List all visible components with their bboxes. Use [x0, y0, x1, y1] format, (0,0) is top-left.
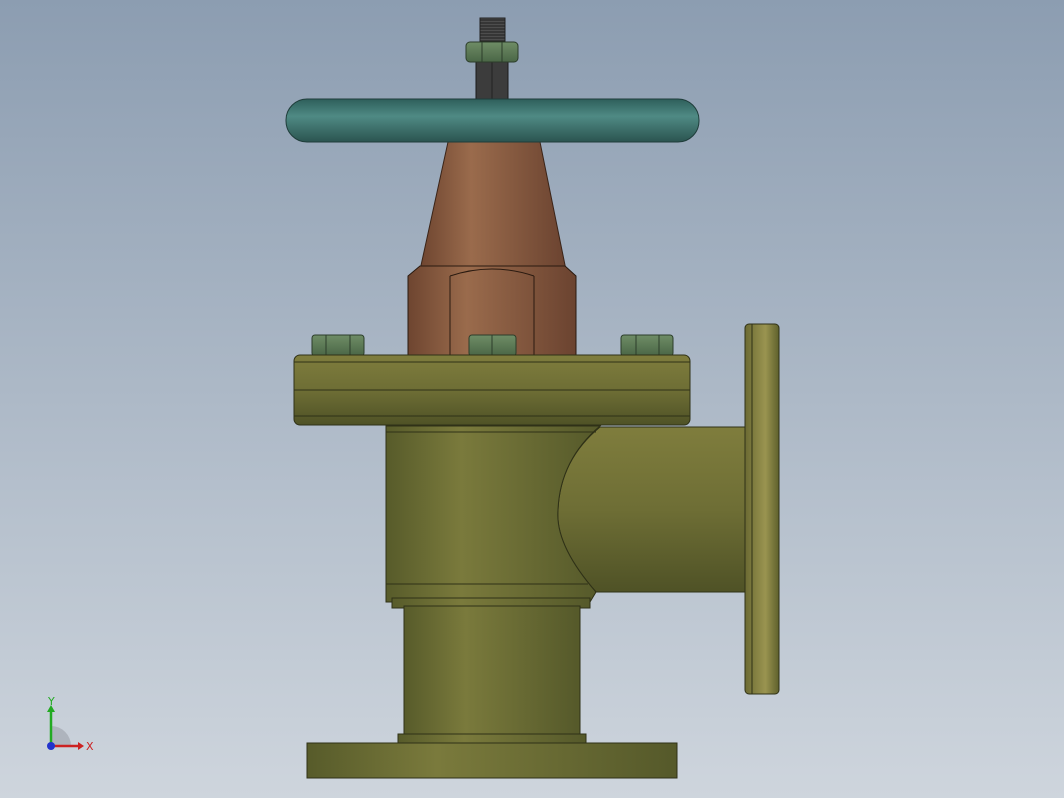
valve-3d-model[interactable]	[0, 0, 1064, 798]
bottom-flange	[306, 742, 678, 779]
orientation-triad: X Y	[47, 696, 94, 753]
z-axis-dot	[47, 742, 55, 750]
outlet-pipe	[557, 426, 746, 593]
bonnet	[419, 141, 567, 271]
x-axis-arrowhead	[78, 742, 84, 750]
flange-bolt-center	[468, 334, 517, 357]
stem-nut	[465, 41, 519, 63]
y-axis-label: Y	[47, 696, 55, 708]
x-axis-label: X	[86, 740, 94, 753]
handwheel[interactable]	[285, 98, 700, 143]
top-body-flange	[293, 354, 691, 426]
flange-bolt-left	[311, 334, 365, 357]
graphics-viewport[interactable]: X Y	[0, 0, 1064, 798]
side-flange	[744, 323, 780, 695]
lower-neck	[391, 597, 591, 745]
triad-background	[51, 726, 71, 746]
flange-bolt-right	[620, 334, 674, 357]
